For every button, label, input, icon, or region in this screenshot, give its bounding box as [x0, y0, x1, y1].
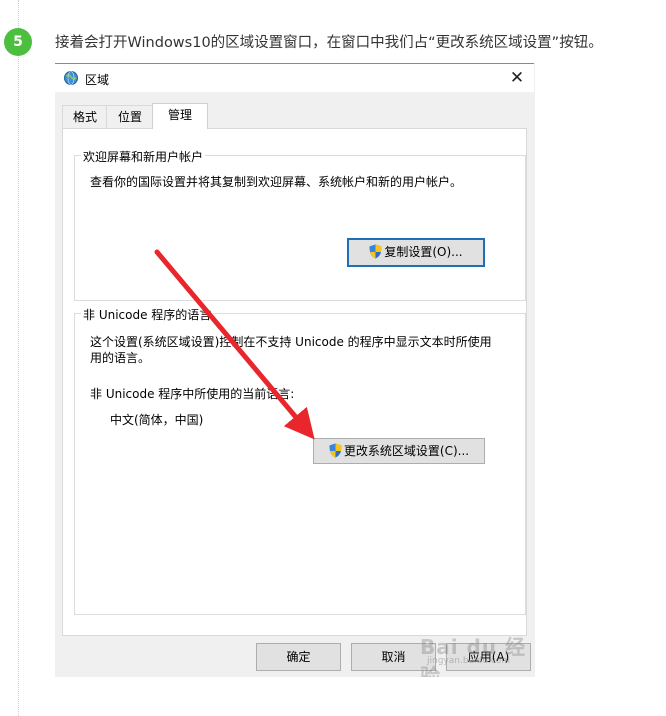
screenshot-frame: 区域 ✕ 格式 位置 管理 欢迎屏幕和新用户帐户 查看你的国际设置并将其复制到欢… [55, 63, 535, 677]
shield-icon [329, 443, 342, 458]
welcome-group: 欢迎屏幕和新用户帐户 查看你的国际设置并将其复制到欢迎屏幕、系统帐户和新的用户帐… [74, 148, 526, 301]
region-dialog: 区域 ✕ 格式 位置 管理 欢迎屏幕和新用户帐户 查看你的国际设置并将其复制到欢… [55, 63, 534, 677]
welcome-description: 查看你的国际设置并将其复制到欢迎屏幕、系统帐户和新的用户帐户。 [90, 175, 463, 189]
ok-button[interactable]: 确定 [256, 643, 341, 671]
welcome-group-title: 欢迎屏幕和新用户帐户 [81, 148, 206, 165]
copy-settings-label: 复制设置(O)... [384, 245, 463, 259]
change-system-locale-button[interactable]: 更改系统区域设置(C)... [313, 438, 485, 464]
dialog-title: 区域 [85, 73, 110, 87]
tab-location[interactable]: 位置 [106, 105, 154, 128]
baidu-watermark-url: jingyan.baidu.com [427, 656, 511, 666]
non-unicode-group-title: 非 Unicode 程序的语言 [81, 306, 214, 323]
tab-administrative[interactable]: 管理 [152, 103, 208, 129]
non-unicode-description-1: 这个设置(系统区域设置)控制在不支持 Unicode 的程序中显示文本时所使用 [90, 335, 492, 349]
dialog-titlebar: 区域 ✕ [55, 64, 534, 92]
tab-panel: 欢迎屏幕和新用户帐户 查看你的国际设置并将其复制到欢迎屏幕、系统帐户和新的用户帐… [62, 128, 527, 636]
change-system-locale-label: 更改系统区域设置(C)... [343, 444, 470, 458]
baidu-watermark-logo: Bai du 经验 [420, 635, 527, 677]
shield-icon [369, 244, 382, 259]
globe-icon [64, 71, 78, 85]
current-language-value: 中文(简体，中国) [110, 413, 204, 427]
step-timeline [18, 0, 19, 716]
close-icon[interactable]: ✕ [500, 64, 534, 92]
step-instruction: 接着会打开Windows10的区域设置窗口，在窗口中我们占“更改系统区域设置”按… [55, 35, 603, 51]
current-language-label: 非 Unicode 程序中所使用的当前语言: [90, 387, 295, 401]
step-number-badge: 5 [4, 28, 32, 56]
non-unicode-description-2: 用的语言。 [90, 351, 151, 365]
non-unicode-group: 非 Unicode 程序的语言 这个设置(系统区域设置)控制在不支持 Unico… [74, 306, 526, 615]
copy-settings-button[interactable]: 复制设置(O)... [347, 238, 485, 267]
tab-format[interactable]: 格式 [62, 105, 108, 128]
